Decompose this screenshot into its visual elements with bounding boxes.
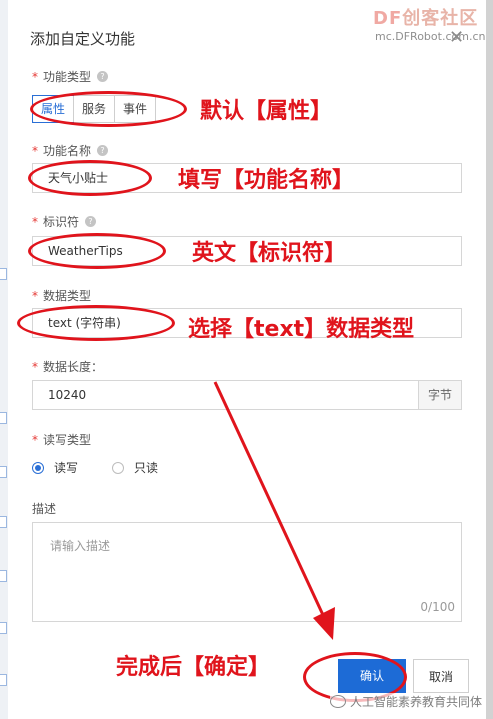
annotation-oval-identifier [28,233,166,269]
annotation-select-text: 选择【text】数据类型 [188,317,415,342]
annotation-confirm-after: 完成后【确定】 [116,655,271,680]
wechat-icon [330,695,346,708]
wechat-watermark: 人工智能素养教育共同体 [330,693,483,710]
wechat-watermark-text: 人工智能素养教育共同体 [350,695,483,709]
annotation-arrow-line [213,381,325,616]
annotation-fill-name: 填写【功能名称】 [178,168,355,193]
annotation-default-property: 默认【属性】 [200,99,333,124]
annotation-oval-data-type [17,305,175,341]
annotation-english-identifier: 英文【标识符】 [192,241,347,266]
annotation-oval-function-type [30,91,187,127]
annotation-arrow-head [313,607,335,640]
annotation-oval-function-name [28,160,152,196]
